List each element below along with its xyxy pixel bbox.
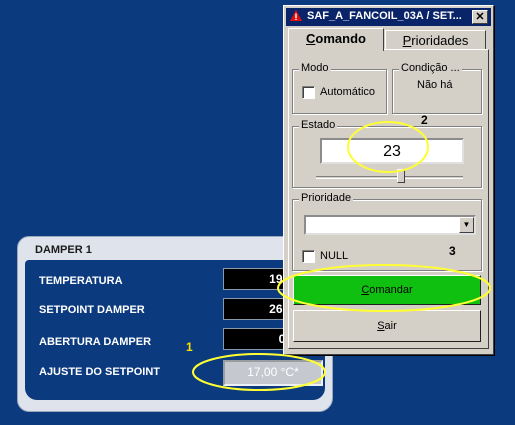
automatico-checkbox[interactable] xyxy=(302,86,315,99)
sair-hotkey: S xyxy=(377,320,385,332)
damper-panel-title: DAMPER 1 xyxy=(35,244,92,256)
tab-comando[interactable]: Comando xyxy=(288,28,384,51)
setpoint-damper-label: SETPOINT DAMPER xyxy=(39,304,145,316)
tab-comando-hotkey: C xyxy=(306,31,316,46)
comandar-button[interactable]: Comandar xyxy=(293,275,481,305)
warning-icon xyxy=(290,10,302,21)
annotation-number-1: 1 xyxy=(186,340,193,354)
close-icon: ✕ xyxy=(475,11,485,23)
tab-comando-label: omando xyxy=(315,31,366,46)
annotation-number-3: 3 xyxy=(449,244,456,258)
estado-slider-thumb[interactable] xyxy=(397,169,405,183)
condicao-value: Não há xyxy=(417,79,453,91)
temperatura-label: TEMPERATURA xyxy=(39,275,123,287)
damper-panel-body: TEMPERATURA 19,62 °C SETPOINT DAMPER 26,… xyxy=(25,260,325,400)
estado-label: Estado xyxy=(299,119,338,131)
tab-prioridades[interactable]: Prioridades xyxy=(385,30,486,50)
estado-slider-track[interactable] xyxy=(316,176,463,179)
comandar-label: omandar xyxy=(369,284,413,296)
null-label: NULL xyxy=(320,250,349,262)
modo-label: Modo xyxy=(299,62,331,74)
estado-input[interactable]: 23 xyxy=(320,138,464,164)
annotation-number-2: 2 xyxy=(421,113,428,127)
close-button[interactable]: ✕ xyxy=(472,10,488,24)
dialog-titlebar[interactable]: SAF_A_FANCOIL_03A / SET... ✕ xyxy=(286,8,491,26)
condicao-group: Condição ... xyxy=(392,62,482,114)
null-checkbox[interactable] xyxy=(302,250,315,263)
dialog-title: SAF_A_FANCOIL_03A / SET... xyxy=(307,10,462,22)
tab-prioridades-label: rioridades xyxy=(411,33,469,48)
ajuste-setpoint-label: AJUSTE DO SETPOINT xyxy=(39,366,161,378)
abertura-damper-label: ABERTURA DAMPER xyxy=(39,336,152,348)
prioridade-label: Prioridade xyxy=(299,192,354,204)
ajuste-setpoint-input[interactable]: 17,00 °C* xyxy=(223,360,323,386)
tab-prioridades-hotkey: P xyxy=(402,33,412,48)
condicao-label: Condição ... xyxy=(399,62,462,74)
sair-button[interactable]: Sair xyxy=(293,310,481,342)
chevron-down-icon[interactable]: ▼ xyxy=(459,217,474,233)
prioridade-select[interactable]: ▼ xyxy=(304,215,476,235)
sair-label: air xyxy=(384,320,397,332)
automatico-label: Automático xyxy=(320,86,376,98)
